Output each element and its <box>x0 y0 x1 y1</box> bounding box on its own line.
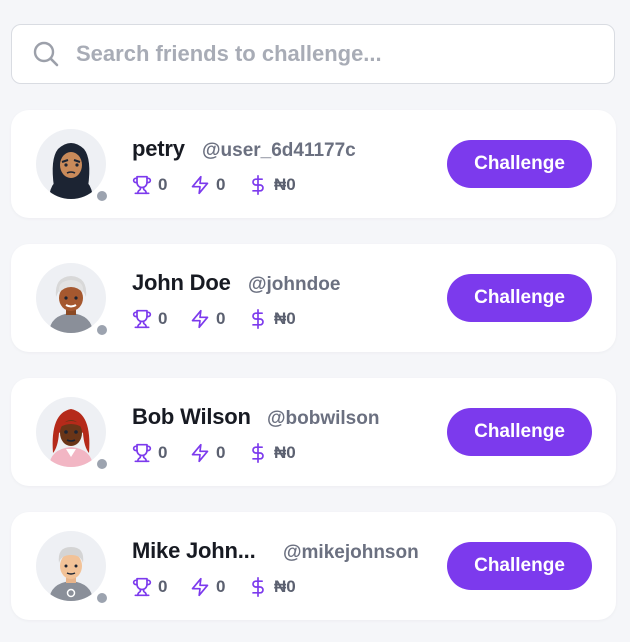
challenge-button[interactable]: Challenge <box>447 542 592 590</box>
trophies-stat: 0 <box>132 308 167 330</box>
friend-name: Bob Wilson <box>132 404 251 429</box>
money-stat: ₦0 <box>248 442 296 464</box>
trophies-stat: 0 <box>132 442 167 464</box>
money-stat: ₦0 <box>248 576 296 598</box>
trophies-count: 0 <box>158 443 168 462</box>
trophies-count: 0 <box>158 175 168 194</box>
trophy-icon <box>132 175 152 195</box>
streak-count: 0 <box>216 443 226 462</box>
friend-card: petry @user_6d41177c 0 0 ₦0 Challenge <box>11 110 616 218</box>
friend-name: John Doe <box>132 270 231 295</box>
trophies-stat: 0 <box>132 576 167 598</box>
streak-stat: 0 <box>190 308 225 330</box>
streak-count: 0 <box>216 309 226 328</box>
status-indicator <box>95 591 109 605</box>
avatar <box>36 397 109 471</box>
streak-stat: 0 <box>190 576 225 598</box>
friend-handle: @bobwilson <box>267 408 380 429</box>
money-amount: ₦0 <box>274 577 296 596</box>
avatar <box>36 263 109 337</box>
trophies-count: 0 <box>158 577 168 596</box>
money-stat: ₦0 <box>248 174 296 196</box>
friend-handle: @user_6d41177c <box>202 140 356 161</box>
status-indicator <box>95 457 109 471</box>
search-input[interactable] <box>74 40 614 68</box>
status-indicator <box>95 189 109 203</box>
streak-count: 0 <box>216 175 226 194</box>
streak-stat: 0 <box>190 174 225 196</box>
trophy-icon <box>132 577 152 597</box>
challenge-button[interactable]: Challenge <box>447 140 592 188</box>
friend-card: Bob Wilson @bobwilson 0 0 ₦0 Challenge <box>11 378 616 486</box>
friend-handle: @johndoe <box>248 274 341 295</box>
dollar-icon <box>248 443 268 463</box>
trophy-icon <box>132 443 152 463</box>
avatar <box>36 129 109 203</box>
lightning-icon <box>190 309 210 329</box>
lightning-icon <box>190 443 210 463</box>
challenge-button[interactable]: Challenge <box>447 274 592 322</box>
status-indicator <box>95 323 109 337</box>
money-amount: ₦0 <box>274 309 296 328</box>
dollar-icon <box>248 577 268 597</box>
lightning-icon <box>190 577 210 597</box>
search-icon <box>32 40 60 68</box>
money-amount: ₦0 <box>274 175 296 194</box>
challenge-button[interactable]: Challenge <box>447 408 592 456</box>
money-stat: ₦0 <box>248 308 296 330</box>
friend-card: Mike John... @mikejohnson 0 0 ₦0 Challen… <box>11 512 616 620</box>
streak-count: 0 <box>216 577 226 596</box>
trophy-icon <box>132 309 152 329</box>
friend-card: John Doe @johndoe 0 0 ₦0 Challenge <box>11 244 616 352</box>
friend-name: Mike John... <box>132 538 256 563</box>
friend-name: petry <box>132 136 185 161</box>
trophies-stat: 0 <box>132 174 167 196</box>
lightning-icon <box>190 175 210 195</box>
friend-handle: @mikejohnson <box>283 542 419 563</box>
money-amount: ₦0 <box>274 443 296 462</box>
avatar <box>36 531 109 605</box>
dollar-icon <box>248 175 268 195</box>
trophies-count: 0 <box>158 309 168 328</box>
streak-stat: 0 <box>190 442 225 464</box>
dollar-icon <box>248 309 268 329</box>
search-bar[interactable] <box>11 24 615 84</box>
